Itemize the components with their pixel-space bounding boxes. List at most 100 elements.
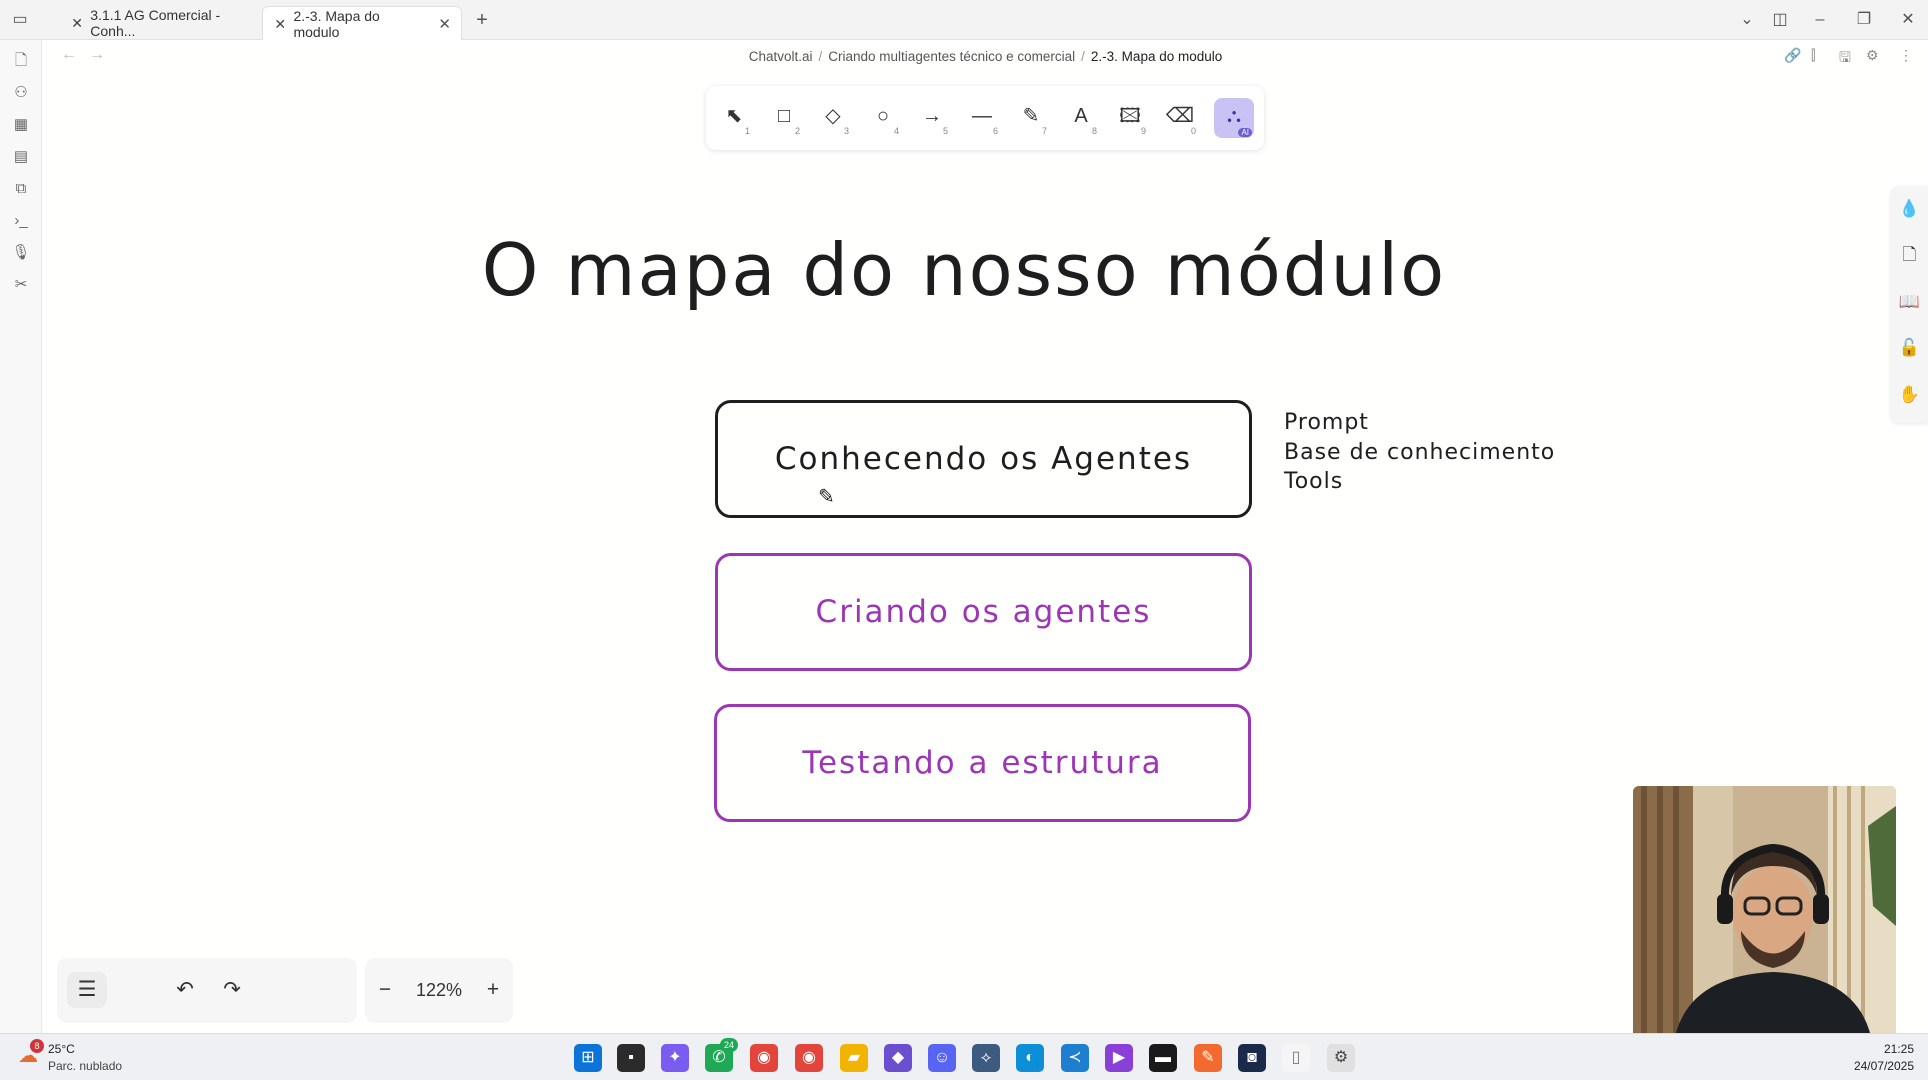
box-label: Conhecendo os Agentes: [774, 441, 1193, 477]
chrome-icon[interactable]: ◉: [750, 1044, 778, 1072]
zoom-level[interactable]: 122%: [405, 972, 473, 1008]
weather-temperature[interactable]: 25°C: [48, 1042, 75, 1056]
screen-recorder-icon[interactable]: ◙: [1238, 1044, 1266, 1072]
side-text-list[interactable]: Prompt Base de conhecimento Tools: [1284, 408, 1555, 497]
rectangle-icon: □: [777, 105, 791, 127]
restore-icon[interactable]: ❐: [1852, 8, 1876, 32]
tool-arrow[interactable]: → 5: [912, 98, 952, 138]
markdown-view-icon[interactable]: ⫿: [1811, 47, 1815, 64]
settings-app-icon[interactable]: ⚙: [1327, 1044, 1355, 1072]
sidebar-toggle-icon[interactable]: ▭: [8, 8, 32, 32]
diamond-icon: ◇: [825, 105, 841, 127]
undo-icon[interactable]: ↶: [165, 972, 205, 1008]
vscode-icon[interactable]: ≺: [1061, 1044, 1089, 1072]
copilot-icon[interactable]: ✦: [661, 1044, 689, 1072]
split-view-icon[interactable]: ◫: [1768, 8, 1792, 32]
network-app-icon[interactable]: ⟡: [972, 1044, 1000, 1072]
breadcrumb-item[interactable]: Criando multiagentes técnico e comercial: [828, 49, 1075, 64]
drawing-toolbar: ⬉ 1 □ 2 ◇ 3 ○ 4 → 5 — 6 ✎ 7 A 8 🖾 9 ⌫ 0 …: [706, 86, 1264, 150]
clock-time[interactable]: 21:25: [1884, 1042, 1914, 1056]
discord-icon[interactable]: ☺: [928, 1044, 956, 1072]
ellipse-icon: ○: [876, 105, 890, 127]
tool-shortcut: 4: [893, 126, 899, 136]
left-ribbon: 🗋 ⚇ ▦ ▤ ⧉ ›_ 🎙 ✂: [0, 40, 42, 1033]
book-icon[interactable]: 📖: [1897, 289, 1922, 314]
windows-taskbar: ☁ 8 25°C Parc. nublado ⊞ ▪ ✦ ✆ 24 ◉ ◉ ▰ …: [0, 1033, 1928, 1080]
minimize-icon[interactable]: –: [1808, 8, 1832, 32]
new-note-icon[interactable]: 🗋: [9, 49, 33, 73]
tool-eraser[interactable]: ⌫ 0: [1160, 98, 1200, 138]
graph-view-icon[interactable]: ⚇: [9, 81, 33, 105]
webcam-overlay: [1633, 786, 1896, 1047]
tool-image[interactable]: 🖾 9: [1110, 98, 1150, 138]
notepad-icon[interactable]: ▯: [1282, 1044, 1310, 1072]
link-icon[interactable]: 🔗: [1784, 47, 1801, 64]
settings-icon[interactable]: ⚙: [1866, 47, 1879, 64]
unlock-icon[interactable]: 🔓: [1897, 335, 1922, 360]
arrow-icon: →: [922, 105, 942, 127]
weather-description[interactable]: Parc. nublado: [48, 1059, 122, 1073]
zoom-out-icon[interactable]: −: [365, 972, 405, 1008]
image-icon: 🖾: [1119, 105, 1141, 127]
weather-badge: 8: [30, 1039, 44, 1053]
tool-pencil[interactable]: ✎ 7: [1011, 98, 1051, 138]
box-criando-agentes[interactable]: Criando os agentes: [715, 553, 1252, 671]
close-tab-icon[interactable]: ✕: [438, 15, 451, 33]
pencil-icon: ✎: [1022, 105, 1040, 127]
webcam-feed-image: [1633, 786, 1896, 1047]
shapes-library-icon: ⛬: [1227, 105, 1241, 127]
save-icon[interactable]: 🖫: [1839, 47, 1851, 71]
tool-shapes-library[interactable]: ⛬ AI: [1214, 98, 1254, 138]
drawing-title[interactable]: O mapa do nosso módulo: [0, 228, 1928, 312]
tool-shortcut: 2: [794, 126, 800, 136]
chrome-profile-icon[interactable]: ◉: [795, 1044, 823, 1072]
edge-icon[interactable]: ◐: [1016, 1044, 1044, 1072]
obsidian-icon[interactable]: ◆: [884, 1044, 912, 1072]
pencil-cursor-icon: ✎: [818, 486, 835, 508]
selection-arrow-icon: ⬉: [725, 105, 743, 127]
tab-mapa-do-modulo[interactable]: ✕ 2.-3. Mapa do modulo ✕: [262, 6, 462, 40]
clock-date[interactable]: 24/07/2025: [1854, 1059, 1914, 1073]
close-window-icon[interactable]: ✕: [1896, 8, 1920, 32]
box-testando-estrutura[interactable]: Testando a estrutura: [714, 704, 1251, 822]
history-controls: ☰ ↶ ↷: [57, 958, 357, 1023]
excalidraw-icon: ✕: [274, 15, 287, 32]
drawing-app-icon[interactable]: ✎: [1194, 1044, 1222, 1072]
breadcrumb-current: 2.-3. Mapa do modulo: [1090, 49, 1223, 64]
terminal-app-icon[interactable]: ▬: [1149, 1044, 1177, 1072]
droplet-icon[interactable]: 💧: [1897, 196, 1922, 221]
copy-icon[interactable]: ⧉: [9, 177, 33, 201]
new-tab-icon[interactable]: +: [470, 8, 494, 32]
right-side-panel: 💧 🗋 📖 🔓 ✋: [1891, 186, 1928, 423]
tool-line[interactable]: — 6: [962, 98, 1002, 138]
tab-label: 2.-3. Mapa do modulo: [293, 7, 380, 40]
breadcrumb-item[interactable]: Chatvolt.ai: [749, 49, 813, 64]
hand-icon[interactable]: ✋: [1897, 382, 1922, 407]
calendar-icon[interactable]: ▤: [9, 145, 33, 169]
task-view-icon[interactable]: ▪: [617, 1044, 645, 1072]
tab-ag-comercial[interactable]: ✕ 3.1.1 AG Comercial - Conh...: [60, 6, 260, 40]
chevron-down-icon[interactable]: ⌄: [1735, 8, 1759, 32]
zoom-in-icon[interactable]: +: [473, 972, 513, 1008]
eraser-icon: ⌫: [1165, 105, 1195, 127]
file-explorer-icon[interactable]: ▰: [840, 1044, 868, 1072]
tool-text[interactable]: A 8: [1061, 98, 1101, 138]
new-file-icon[interactable]: 🗋: [1897, 242, 1922, 267]
more-options-icon[interactable]: ⋮: [1899, 47, 1913, 64]
box-conhecendo-agentes[interactable]: Conhecendo os Agentes: [715, 400, 1252, 518]
box-label: Criando os agentes: [815, 594, 1152, 630]
main-menu-icon[interactable]: ☰: [67, 972, 107, 1008]
tab-label: 3.1.1 AG Comercial - Conh...: [90, 7, 221, 39]
windows-start-icon[interactable]: ⊞: [574, 1044, 602, 1072]
tool-shortcut: AI: [1238, 128, 1252, 137]
tool-ellipse[interactable]: ○ 4: [863, 98, 903, 138]
redo-icon[interactable]: ↷: [212, 972, 252, 1008]
list-item: Prompt: [1284, 410, 1369, 435]
breadcrumb: Chatvolt.ai / Criando multiagentes técnico…: [748, 49, 1223, 64]
media-app-icon[interactable]: ▶: [1105, 1044, 1133, 1072]
tool-diamond[interactable]: ◇ 3: [813, 98, 853, 138]
tool-rectangle[interactable]: □ 2: [764, 98, 804, 138]
canvas-icon[interactable]: ▦: [9, 113, 33, 137]
tool-shortcut: 6: [992, 126, 998, 136]
tool-selection[interactable]: ⬉ 1: [714, 98, 754, 138]
